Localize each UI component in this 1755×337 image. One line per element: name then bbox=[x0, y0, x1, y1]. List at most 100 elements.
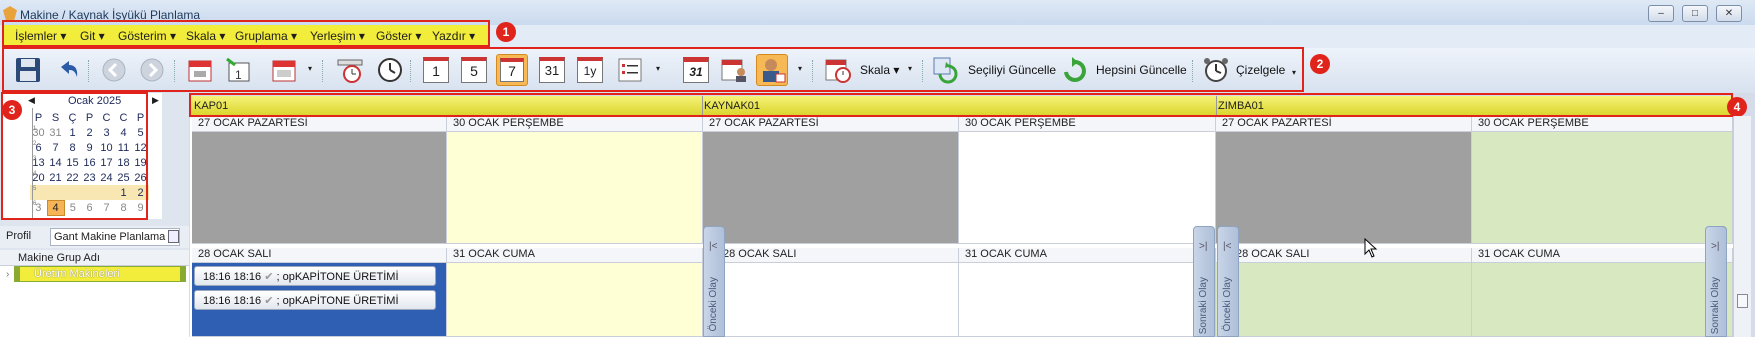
next-event-tab[interactable]: >| Sonraki Olay bbox=[1705, 226, 1727, 337]
update-all-button[interactable]: Hepsini Güncelle bbox=[1096, 63, 1187, 77]
day-header-thu[interactable]: 30 OCAK PERŞEMBE bbox=[959, 117, 1216, 132]
day-cell[interactable] bbox=[1472, 263, 1733, 337]
day-header-tue[interactable]: 28 OCAK SALI bbox=[703, 248, 959, 263]
day-header-fri[interactable]: 31 OCAK CUMA bbox=[447, 248, 703, 263]
arrow-left-icon bbox=[102, 58, 126, 82]
separator bbox=[1192, 60, 1194, 82]
day-header-fri[interactable]: 31 OCAK CUMA bbox=[1472, 248, 1733, 263]
prev-event-icon: |< bbox=[1223, 241, 1232, 252]
timeline-view-button[interactable]: 31 bbox=[680, 54, 712, 86]
back-button[interactable] bbox=[98, 54, 130, 86]
dropdown-arrow-icon[interactable]: ▾ bbox=[1292, 68, 1296, 77]
prev-event-label: Önceki Olay bbox=[708, 277, 719, 332]
tree-column-header[interactable]: Makine Grup Adı bbox=[0, 250, 189, 266]
calendar-person-icon bbox=[721, 59, 746, 82]
appointment-text: ; opKAPİTONE ÜRETİMİ bbox=[276, 295, 399, 307]
alarm-clock-icon bbox=[1204, 58, 1228, 82]
dropdown-arrow-icon[interactable]: ▾ bbox=[908, 64, 912, 73]
appointment[interactable]: 18:16 18:16 ✔ ; opKAPİTONE ÜRETİMİ bbox=[194, 266, 436, 286]
app-icon bbox=[3, 6, 17, 20]
day-view-button[interactable]: 1 bbox=[420, 54, 452, 86]
day-header-thu[interactable]: 30 OCAK PERŞEMBE bbox=[447, 117, 703, 132]
profile-dropdown-icon[interactable] bbox=[168, 230, 179, 243]
timeline-view-icon: 31 bbox=[683, 57, 709, 83]
day-header-tue[interactable]: 28 OCAK SALI bbox=[192, 248, 447, 263]
prev-event-tab[interactable]: |< Önceki Olay bbox=[1217, 226, 1239, 337]
schedule-button[interactable]: Çizelgele bbox=[1236, 63, 1285, 77]
annotation-badge-2: 2 bbox=[1310, 54, 1330, 74]
appointment-time: 18:16 18:16 bbox=[203, 271, 262, 283]
workweek-view-button[interactable]: 5 bbox=[458, 54, 490, 86]
day-header-mon[interactable]: 27 OCAK PAZARTESİ bbox=[703, 117, 959, 132]
day-cell-nonworking[interactable] bbox=[192, 132, 447, 244]
profile-label: Profil bbox=[6, 230, 32, 242]
day-cell[interactable] bbox=[447, 263, 703, 337]
profile-row: Profil Gant Makine Planlama P bbox=[0, 226, 189, 248]
day-cell[interactable] bbox=[959, 132, 1216, 244]
refresh-icon bbox=[1064, 57, 1086, 82]
save-button[interactable] bbox=[12, 54, 44, 86]
resource-calendar-button[interactable] bbox=[718, 54, 750, 86]
time-button[interactable] bbox=[374, 54, 406, 86]
separator bbox=[174, 60, 176, 82]
dropdown-arrow-icon[interactable]: ▾ bbox=[798, 64, 802, 73]
today-button[interactable] bbox=[184, 54, 216, 86]
vertical-scrollbar[interactable] bbox=[1733, 116, 1751, 337]
goto-date-button[interactable]: 1 bbox=[222, 54, 254, 86]
day-header-thu[interactable]: 30 OCAK PERŞEMBE bbox=[1472, 117, 1733, 132]
day-cell[interactable] bbox=[447, 132, 703, 244]
svg-text:1: 1 bbox=[235, 68, 242, 82]
update-selected-button[interactable]: Seçiliyi Güncelle bbox=[968, 63, 1056, 77]
forward-button[interactable] bbox=[136, 54, 168, 86]
day-header-mon[interactable]: 27 OCAK PAZARTESİ bbox=[1216, 117, 1472, 132]
separator bbox=[88, 60, 90, 82]
year-view-button[interactable]: 1y bbox=[574, 54, 606, 86]
update-all-icon-button[interactable] bbox=[1058, 54, 1090, 86]
profile-select[interactable]: Gant Makine Planlama P bbox=[50, 228, 180, 246]
list-view-button[interactable] bbox=[614, 54, 646, 86]
calendar-settings-button[interactable] bbox=[268, 54, 300, 86]
close-button[interactable]: ✕ bbox=[1716, 5, 1742, 22]
prev-event-tab[interactable]: |< Önceki Olay bbox=[703, 226, 725, 337]
day-cell-nonworking[interactable] bbox=[703, 132, 959, 244]
appointment[interactable]: 18:16 18:16 ✔ ; opKAPİTONE ÜRETİMİ bbox=[194, 290, 436, 310]
minimize-button[interactable]: – bbox=[1648, 5, 1674, 22]
next-event-label: Sonraki Olay bbox=[1198, 277, 1209, 335]
day-header-fri[interactable]: 31 OCAK CUMA bbox=[959, 248, 1216, 263]
day-cell[interactable] bbox=[1216, 263, 1472, 337]
arrow-right-icon bbox=[140, 58, 164, 82]
refresh-selected-icon bbox=[933, 57, 958, 84]
day-cell[interactable] bbox=[1472, 132, 1733, 244]
tree-node-label[interactable]: Üretim Makineleri bbox=[34, 268, 120, 280]
separator bbox=[922, 60, 924, 82]
resource-view-button[interactable] bbox=[756, 54, 788, 86]
day-header-mon[interactable]: 27 OCAK PAZARTESİ bbox=[192, 117, 447, 132]
expand-icon[interactable]: › bbox=[6, 269, 9, 280]
month-view-button[interactable]: 31 bbox=[536, 54, 568, 86]
prev-event-label: Önceki Olay bbox=[1222, 277, 1233, 332]
scrollbar-thumb[interactable] bbox=[1737, 294, 1748, 308]
scale-button[interactable] bbox=[822, 54, 854, 86]
day-cell-nonworking[interactable] bbox=[1216, 132, 1472, 244]
update-selected-icon-button[interactable] bbox=[930, 54, 962, 86]
dropdown-arrow-icon[interactable]: ▾ bbox=[308, 64, 312, 73]
appointment-text: ; opKAPİTONE ÜRETİMİ bbox=[276, 271, 399, 283]
next-event-icon: >| bbox=[1711, 241, 1720, 252]
separator bbox=[812, 60, 814, 82]
annotation-box-calendar bbox=[1, 92, 148, 220]
scale-label[interactable]: Skala ▾ bbox=[860, 63, 899, 77]
week-view-button[interactable]: 7 bbox=[496, 54, 528, 86]
next-event-tab[interactable]: >| Sonraki Olay bbox=[1193, 226, 1215, 337]
schedule-icon-button[interactable] bbox=[1200, 54, 1232, 86]
day-cell[interactable] bbox=[703, 263, 959, 337]
undo-button[interactable] bbox=[52, 54, 84, 86]
next-month-icon[interactable]: ▶ bbox=[152, 95, 159, 106]
timescale-button[interactable] bbox=[334, 54, 366, 86]
next-event-label: Sonraki Olay bbox=[1710, 277, 1721, 335]
maximize-button[interactable]: □ bbox=[1682, 5, 1708, 22]
dropdown-arrow-icon[interactable]: ▾ bbox=[656, 64, 660, 73]
appointment-time: 18:16 18:16 bbox=[203, 295, 262, 307]
day-header-tue[interactable]: 28 OCAK SALI bbox=[1216, 248, 1472, 263]
calendar-goto-icon: 1 bbox=[226, 57, 250, 82]
day-cell[interactable] bbox=[959, 263, 1216, 337]
